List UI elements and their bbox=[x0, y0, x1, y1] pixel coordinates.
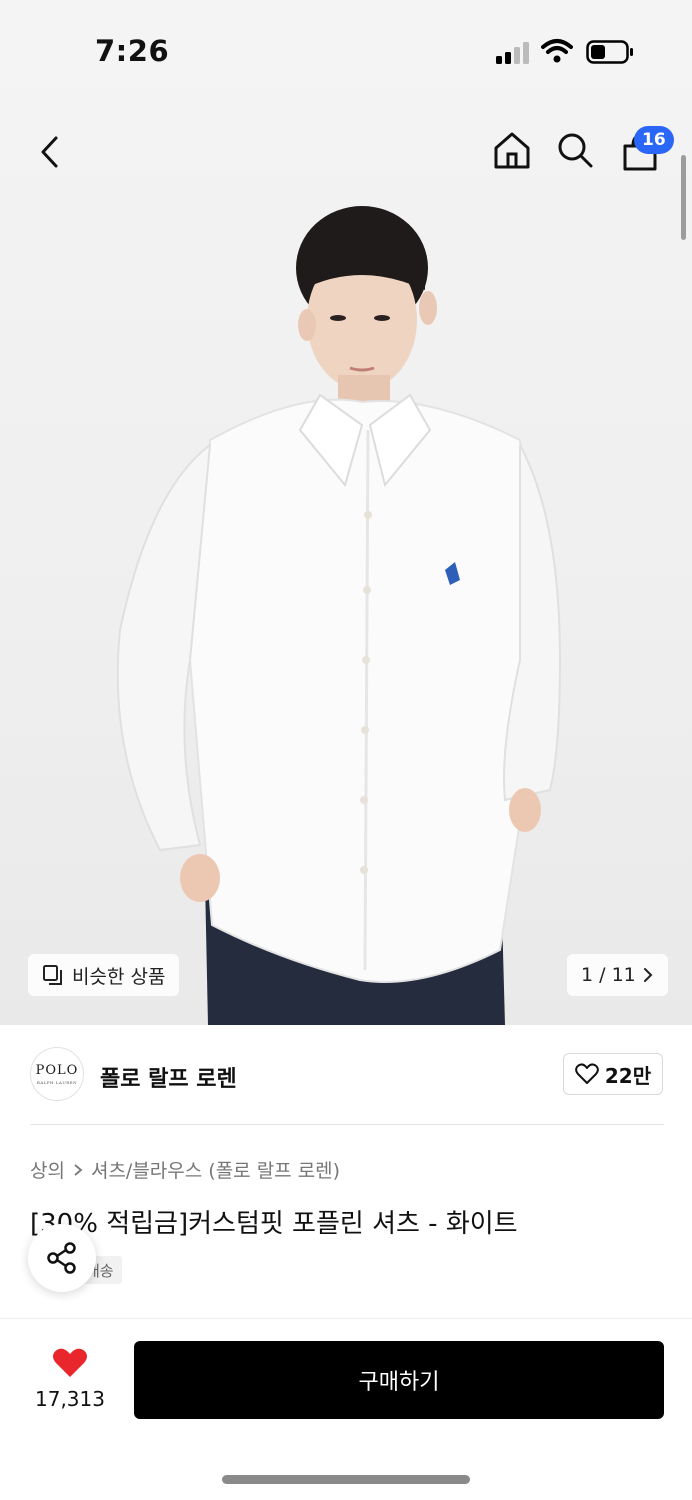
home-button[interactable] bbox=[490, 128, 534, 172]
status-time: 7:26 bbox=[95, 34, 170, 68]
brand-like-count: 22만 bbox=[604, 1063, 652, 1088]
brand-name[interactable]: 폴로 랄프 로렌 bbox=[100, 1061, 237, 1093]
similar-products-button[interactable]: 비슷한 상품 bbox=[28, 954, 180, 996]
similar-products-icon bbox=[43, 965, 62, 985]
search-button[interactable] bbox=[553, 128, 597, 172]
breadcrumb-subcategory[interactable]: 셔츠/블라우스 (폴로 랄프 로렌) bbox=[91, 1156, 340, 1183]
breadcrumb: 상의 셔츠/블라우스 (폴로 랄프 로렌) bbox=[30, 1156, 340, 1183]
similar-products-label: 비슷한 상품 bbox=[72, 965, 166, 988]
image-page-indicator[interactable]: 1 / 11 bbox=[567, 954, 668, 996]
search-icon bbox=[558, 133, 593, 168]
scrollbar[interactable] bbox=[681, 155, 686, 240]
status-bar: 7:26 bbox=[0, 0, 692, 100]
brand-row: POLO RALPH LAUREN 폴로 랄프 로렌 22만 bbox=[0, 1025, 692, 1125]
chevron-right-icon bbox=[74, 1163, 83, 1176]
home-icon bbox=[494, 132, 530, 169]
chevron-right-icon bbox=[643, 968, 653, 982]
heart-outline-icon bbox=[575, 1063, 599, 1084]
divider bbox=[30, 1124, 664, 1125]
brand-logo-subtext: RALPH LAUREN bbox=[36, 1080, 78, 1085]
share-icon bbox=[47, 1242, 76, 1274]
share-button[interactable] bbox=[28, 1224, 96, 1292]
brand-logo-text: POLO bbox=[35, 1063, 79, 1078]
wishlist-count: 17,313 bbox=[35, 1387, 105, 1411]
wifi-icon bbox=[541, 39, 573, 63]
brand-logo[interactable]: POLO RALPH LAUREN bbox=[30, 1047, 84, 1101]
battery-icon bbox=[586, 40, 633, 64]
brand-like-button[interactable]: 22만 bbox=[563, 1053, 663, 1095]
product-image-gallery[interactable]: 7:26 16 비슷한 상품 1 / 11 bbox=[0, 0, 692, 1025]
product-title: [30% 적립금]커스텀핏 포플린 셔츠 - 화이트 bbox=[30, 1209, 518, 1239]
page-indicator-text: 1 / 11 bbox=[581, 964, 636, 986]
cart-count-badge: 16 bbox=[634, 126, 674, 154]
product-photo bbox=[116, 206, 562, 1025]
home-indicator[interactable] bbox=[222, 1475, 470, 1484]
heart-filled-icon bbox=[53, 1348, 87, 1377]
buy-button[interactable]: 구매하기 bbox=[134, 1341, 664, 1419]
breadcrumb-category[interactable]: 상의 bbox=[30, 1156, 65, 1183]
back-icon bbox=[41, 136, 58, 168]
back-button[interactable] bbox=[28, 130, 72, 174]
wishlist-button[interactable]: 17,313 bbox=[28, 1347, 112, 1411]
bottom-action-bar: 17,313 구매하기 bbox=[0, 1318, 692, 1500]
cellular-signal-icon bbox=[496, 42, 529, 64]
top-navigation bbox=[0, 120, 692, 184]
